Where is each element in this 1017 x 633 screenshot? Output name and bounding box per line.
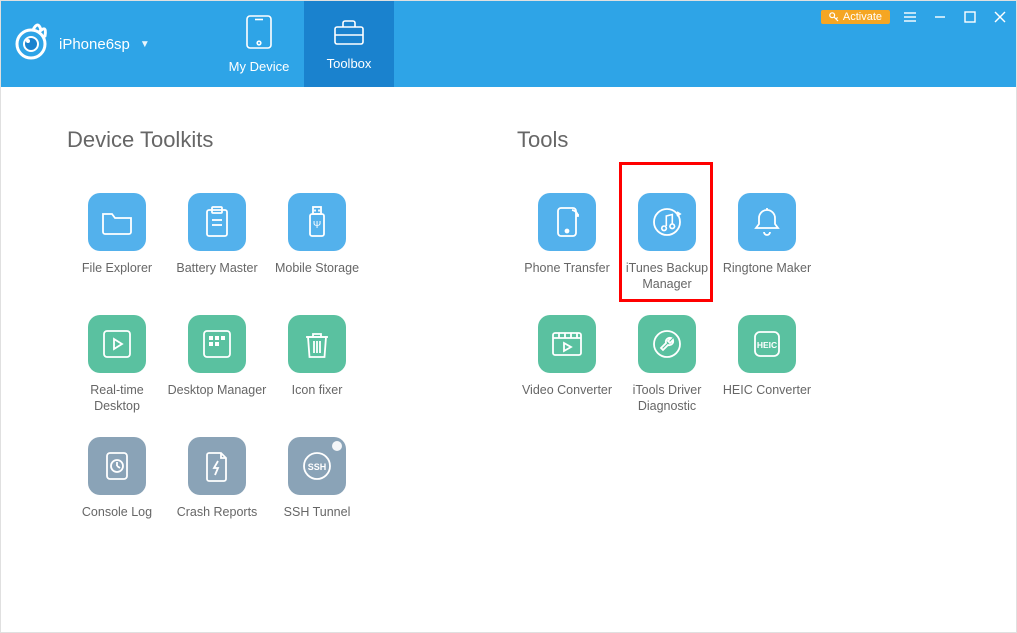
tool-video-converter[interactable]: Video Converter	[517, 315, 617, 415]
device-selector[interactable]: iPhone6sp ▼	[1, 1, 214, 87]
tile-label: Video Converter	[522, 383, 612, 415]
tool-itunes-backup-manager[interactable]: iTunes Backup Manager	[617, 193, 717, 293]
notification-dot-icon	[332, 441, 342, 451]
bell-icon	[738, 193, 796, 251]
tool-phone-transfer[interactable]: Phone Transfer	[517, 193, 617, 293]
dropdown-arrow-icon: ▼	[140, 39, 150, 50]
header-bar: iPhone6sp ▼ My Device Toolbox Activate	[1, 1, 1016, 87]
close-button[interactable]	[990, 7, 1010, 27]
window-controls: Activate	[821, 7, 1010, 27]
tile-label: File Explorer	[82, 261, 152, 293]
tile-label: Real-time Desktop	[67, 383, 167, 415]
tab-label: My Device	[229, 59, 290, 74]
tool-ssh-tunnel[interactable]: SSH SSH Tunnel	[267, 437, 367, 537]
tool-crash-reports[interactable]: Crash Reports	[167, 437, 267, 537]
tile-label: Console Log	[82, 505, 152, 537]
tile-label: iTools Driver Diagnostic	[617, 383, 717, 415]
trash-icon	[288, 315, 346, 373]
tab-my-device[interactable]: My Device	[214, 1, 304, 87]
section-device-toolkits: Device Toolkits File Explorer Battery Ma…	[67, 127, 367, 537]
tile-label: Icon fixer	[292, 383, 343, 415]
tool-heic-converter[interactable]: HEIC HEIC Converter	[717, 315, 817, 415]
tile-label: Desktop Manager	[168, 383, 267, 415]
tool-real-time-desktop[interactable]: Real-time Desktop	[67, 315, 167, 415]
activate-button[interactable]: Activate	[821, 10, 890, 24]
section-tools: Tools Phone Transfer iTunes Backup Manag…	[517, 127, 817, 537]
tool-driver-diagnostic[interactable]: iTools Driver Diagnostic	[617, 315, 717, 415]
tool-file-explorer[interactable]: File Explorer	[67, 193, 167, 293]
tile-label: SSH Tunnel	[284, 505, 351, 537]
key-icon	[829, 12, 839, 22]
tile-label: Battery Master	[176, 261, 257, 293]
tile-label: Crash Reports	[177, 505, 258, 537]
tile-label: Mobile Storage	[275, 261, 359, 293]
tile-label: Phone Transfer	[524, 261, 609, 293]
tool-icon-fixer[interactable]: Icon fixer	[267, 315, 367, 415]
apps-grid-icon	[188, 315, 246, 373]
film-play-icon	[538, 315, 596, 373]
usb-drive-icon: Ψ	[288, 193, 346, 251]
tile-label: iTunes Backup Manager	[617, 261, 717, 293]
heic-icon: HEIC	[738, 315, 796, 373]
bolt-page-icon	[188, 437, 246, 495]
svg-text:HEIC: HEIC	[757, 340, 777, 350]
tab-label: Toolbox	[327, 56, 372, 71]
play-square-icon	[88, 315, 146, 373]
toolbox-icon	[332, 17, 366, 50]
content-area: Device Toolkits File Explorer Battery Ma…	[1, 87, 1016, 537]
section-title: Device Toolkits	[67, 127, 367, 153]
svg-text:SSH: SSH	[308, 462, 327, 472]
tile-label: HEIC Converter	[723, 383, 811, 415]
tool-desktop-manager[interactable]: Desktop Manager	[167, 315, 267, 415]
tool-ringtone-maker[interactable]: Ringtone Maker	[717, 193, 817, 293]
tile-label: Ringtone Maker	[723, 261, 811, 293]
device-icon	[244, 14, 274, 53]
app-logo-icon	[11, 22, 51, 67]
tool-console-log[interactable]: Console Log	[67, 437, 167, 537]
maximize-button[interactable]	[960, 7, 980, 27]
clock-page-icon	[88, 437, 146, 495]
ssh-icon: SSH	[288, 437, 346, 495]
section-title: Tools	[517, 127, 817, 153]
tools-grid: Phone Transfer iTunes Backup Manager Rin…	[517, 193, 817, 415]
menu-button[interactable]	[900, 7, 920, 27]
tool-mobile-storage[interactable]: Ψ Mobile Storage	[267, 193, 367, 293]
minimize-button[interactable]	[930, 7, 950, 27]
device-name: iPhone6sp	[59, 36, 130, 53]
clipboard-icon	[188, 193, 246, 251]
wrench-circle-icon	[638, 315, 696, 373]
activate-label: Activate	[843, 11, 882, 23]
music-refresh-icon	[638, 193, 696, 251]
tool-battery-master[interactable]: Battery Master	[167, 193, 267, 293]
folder-icon	[88, 193, 146, 251]
phone-transfer-icon	[538, 193, 596, 251]
tab-toolbox[interactable]: Toolbox	[304, 1, 394, 87]
toolkits-grid: File Explorer Battery Master Ψ Mobile St…	[67, 193, 367, 537]
svg-text:Ψ: Ψ	[313, 220, 321, 231]
